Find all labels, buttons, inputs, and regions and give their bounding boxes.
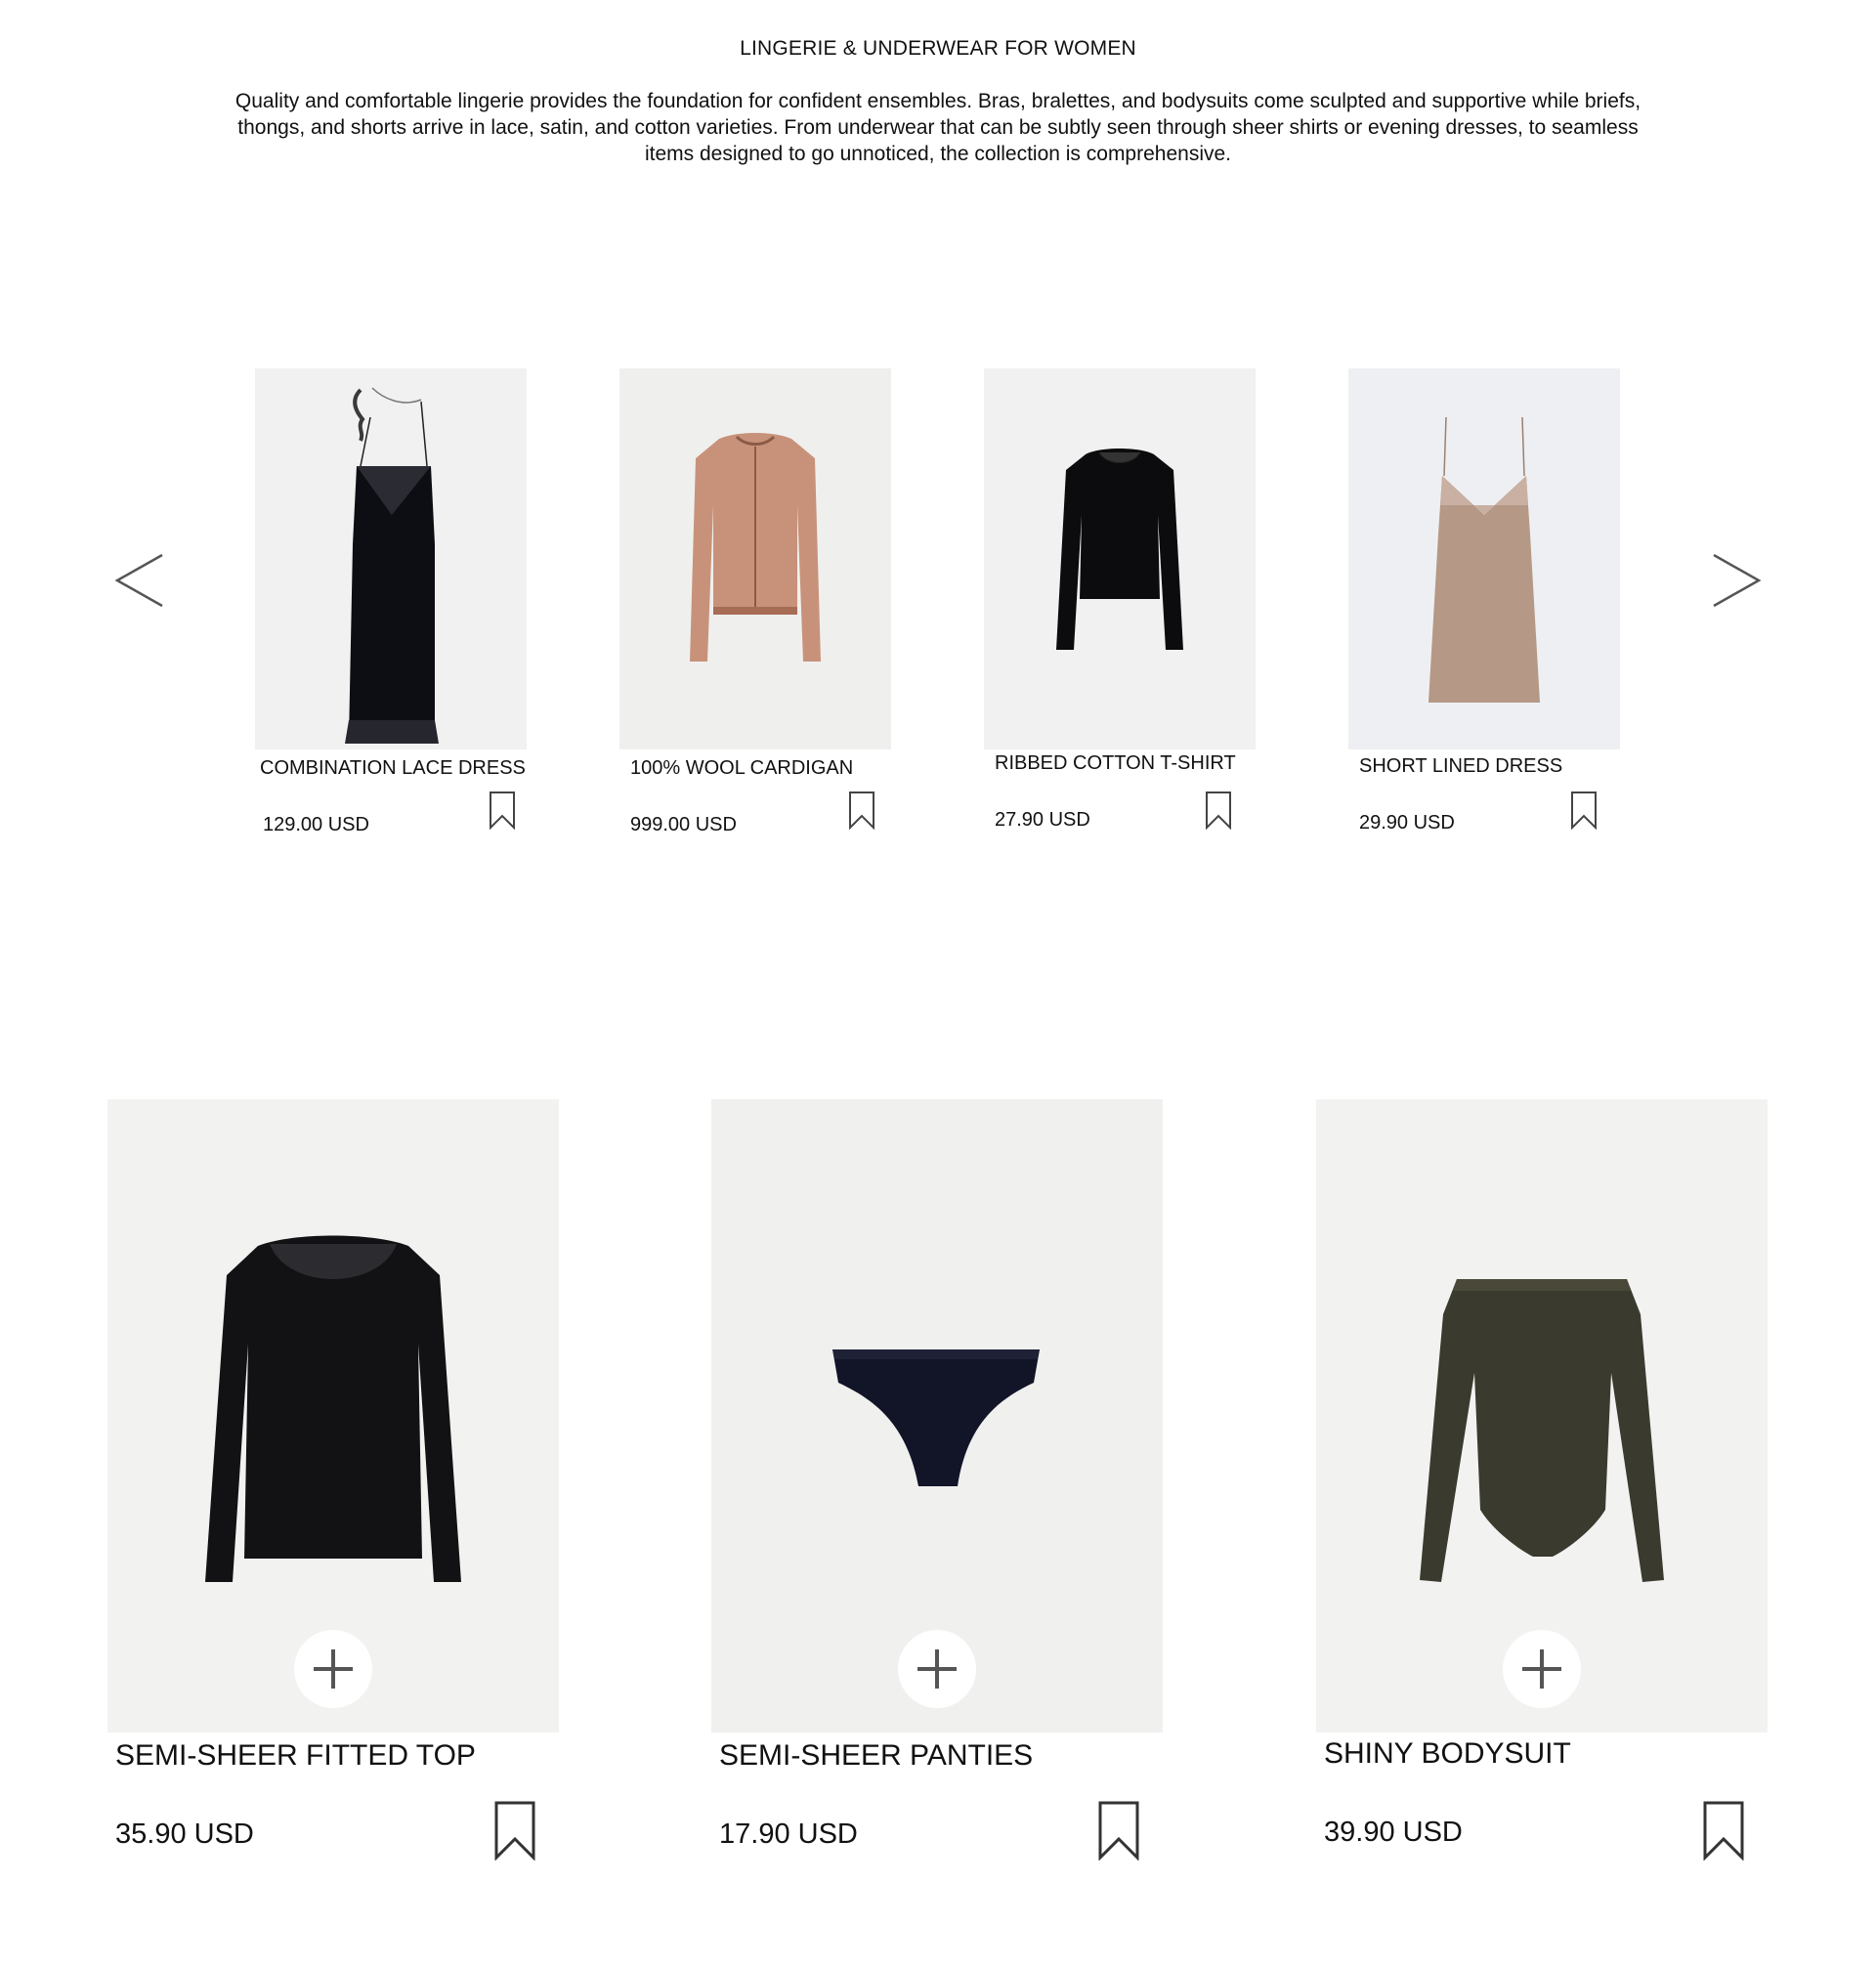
chevron-right-icon <box>1713 553 1762 608</box>
product-price: 39.90 USD <box>1324 1817 1463 1848</box>
carousel-prev-button[interactable] <box>113 551 168 610</box>
carousel-next-button[interactable] <box>1708 551 1763 610</box>
chevron-left-icon <box>114 553 163 608</box>
page-title: LINGERIE & UNDERWEAR FOR WOMEN <box>740 37 1136 60</box>
bookmark-button[interactable] <box>493 1800 536 1861</box>
tan-cardigan-image <box>690 433 821 662</box>
grid-product-card[interactable]: SEMI-SHEER FITTED TOP 35.90 USD <box>107 1099 559 1861</box>
product-name[interactable]: SHORT LINED DRESS <box>1359 755 1562 778</box>
page-description: Quality and comfortable lingerie provide… <box>234 90 1642 165</box>
add-to-cart-button[interactable] <box>1503 1630 1581 1708</box>
black-slip-dress-image <box>345 387 439 744</box>
add-to-cart-button[interactable] <box>294 1630 372 1708</box>
product-price: 29.90 USD <box>1359 812 1455 834</box>
plus-icon <box>1522 1649 1561 1689</box>
product-name[interactable]: SHINY BODYSUIT <box>1324 1737 1571 1771</box>
product-name[interactable]: SEMI-SHEER PANTIES <box>719 1739 1033 1773</box>
bookmark-icon <box>490 791 515 830</box>
carousel-product-card[interactable]: RIBBED COTTON T-SHIRT 27.90 USD <box>984 368 1256 831</box>
grid-product-card[interactable]: SEMI-SHEER PANTIES 17.90 USD <box>711 1099 1163 1861</box>
bookmark-button[interactable] <box>489 791 516 830</box>
nude-slip-dress-image <box>1428 416 1540 703</box>
product-image[interactable] <box>255 368 527 749</box>
product-name[interactable]: SEMI-SHEER FITTED TOP <box>115 1739 476 1773</box>
bookmark-icon <box>1703 1801 1744 1861</box>
bookmark-icon <box>1098 1801 1139 1861</box>
bookmark-button[interactable] <box>1097 1800 1140 1861</box>
bookmark-icon <box>1571 791 1597 830</box>
carousel-product-card[interactable]: COMBINATION LACE DRESS 129.00 USD <box>255 368 527 835</box>
bookmark-button[interactable] <box>1205 791 1232 830</box>
bookmark-button[interactable] <box>1570 791 1598 830</box>
plus-icon <box>314 1649 353 1689</box>
product-name[interactable]: RIBBED COTTON T-SHIRT <box>995 752 1236 775</box>
grid-product-card[interactable]: SHINY BODYSUIT 39.90 USD <box>1316 1099 1768 1861</box>
product-image[interactable] <box>619 368 891 749</box>
product-name[interactable]: 100% WOOL CARDIGAN <box>630 757 853 780</box>
add-to-cart-button[interactable] <box>898 1630 976 1708</box>
carousel-product-card[interactable]: SHORT LINED DRESS 29.90 USD <box>1348 368 1620 834</box>
bookmark-button[interactable] <box>1702 1800 1745 1861</box>
plus-icon <box>917 1649 957 1689</box>
product-price: 27.90 USD <box>995 809 1090 831</box>
product-price: 17.90 USD <box>719 1818 858 1850</box>
product-price: 129.00 USD <box>263 814 369 835</box>
bookmark-icon <box>1206 791 1231 830</box>
carousel-product-card[interactable]: 100% WOOL CARDIGAN 999.00 USD <box>619 368 891 835</box>
product-name[interactable]: COMBINATION LACE DRESS <box>260 757 526 780</box>
product-price: 35.90 USD <box>115 1818 254 1850</box>
product-price: 999.00 USD <box>630 814 737 835</box>
product-image[interactable] <box>1348 368 1620 749</box>
bookmark-icon <box>849 791 874 830</box>
black-long-sleeve-top-image <box>1056 449 1183 650</box>
bookmark-icon <box>494 1801 535 1861</box>
bookmark-button[interactable] <box>848 791 875 830</box>
product-image[interactable] <box>984 368 1256 749</box>
